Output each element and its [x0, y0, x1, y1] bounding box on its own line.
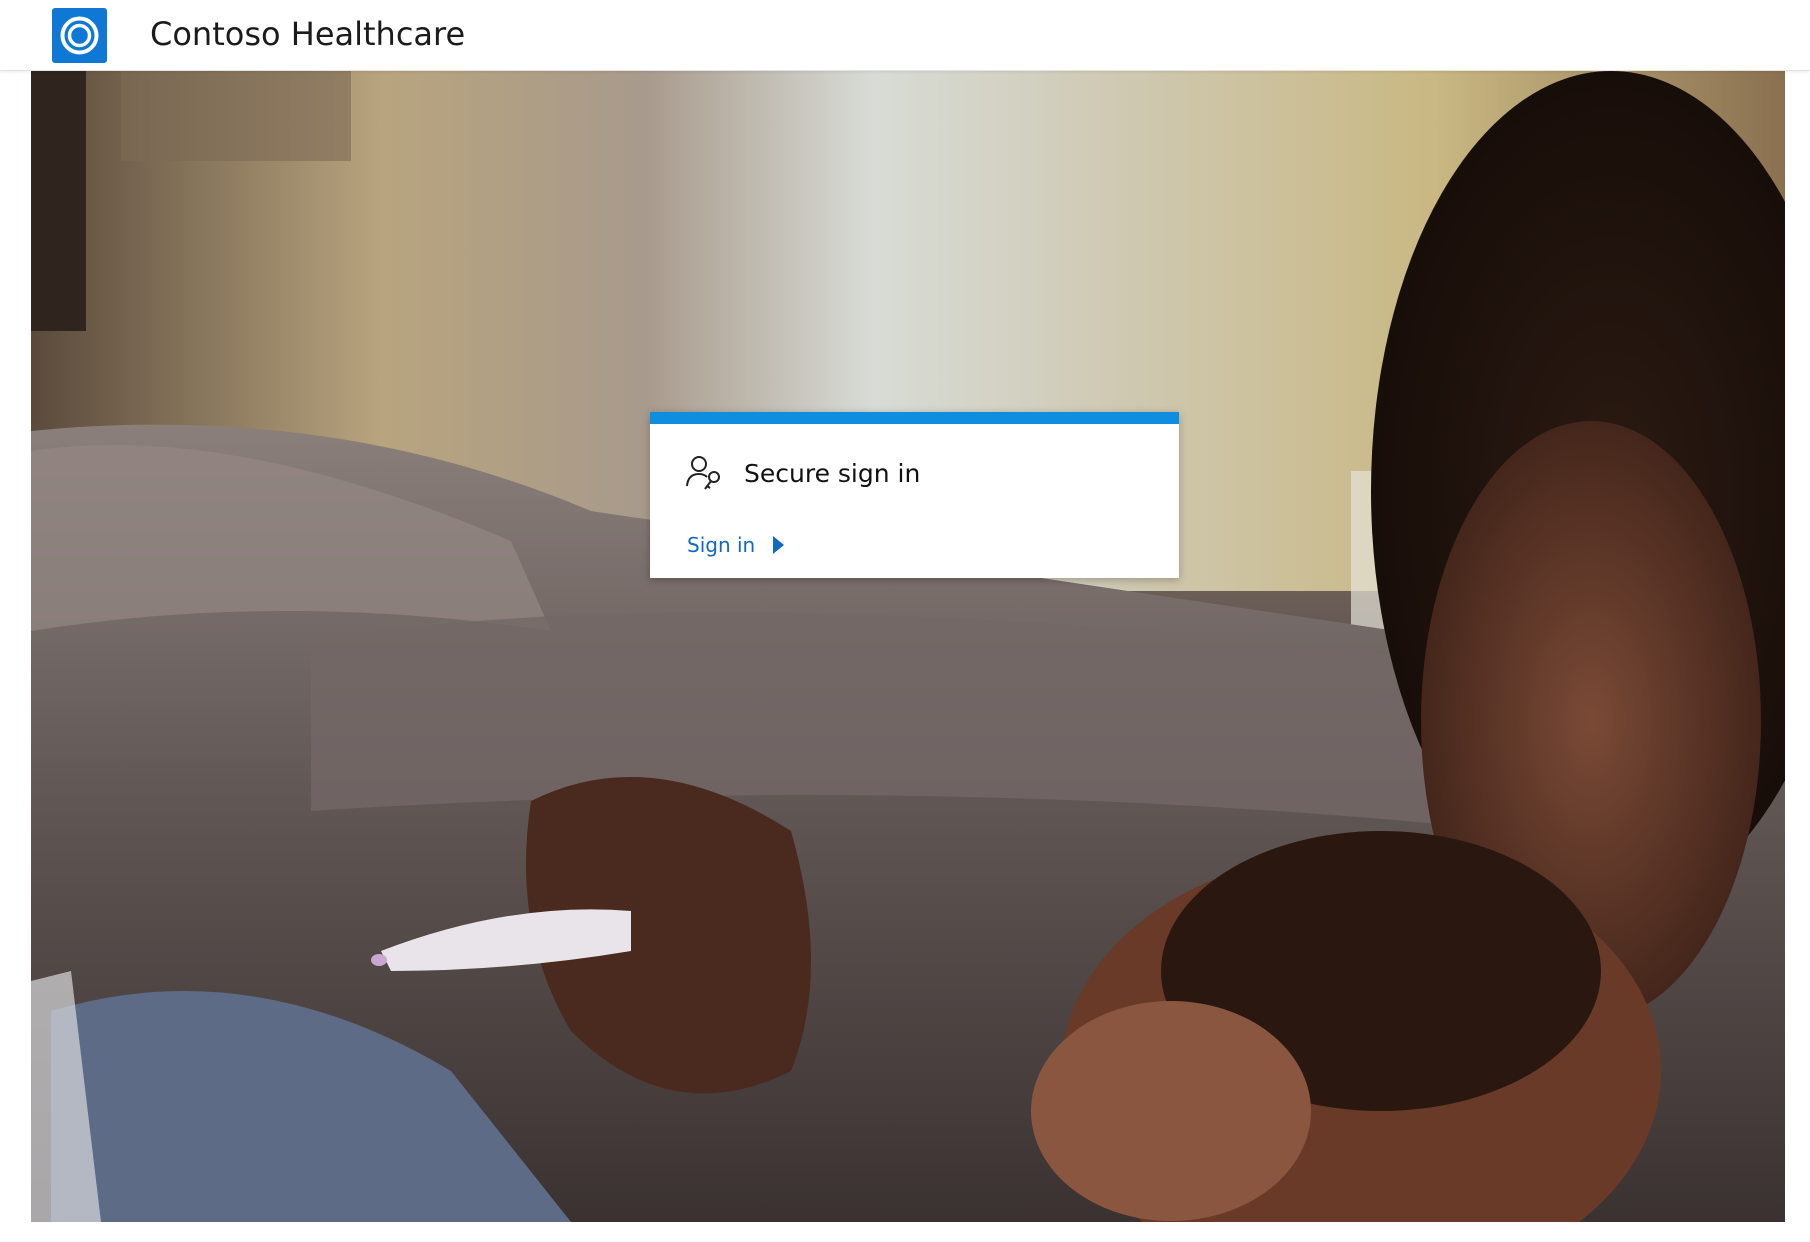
- sign-in-link[interactable]: Sign in: [687, 530, 785, 560]
- sign-in-label[interactable]: Sign in: [687, 533, 755, 557]
- site-header: Contoso Healthcare: [0, 0, 1810, 71]
- hero-photo-illustration: [31, 71, 1785, 1222]
- hero-photo: [31, 71, 1785, 1222]
- site-title: Contoso Healthcare: [150, 15, 466, 53]
- contoso-ring-logo-icon[interactable]: [52, 8, 107, 63]
- secure-signin-card: Secure sign in Sign in: [650, 412, 1179, 578]
- user-key-icon: [684, 452, 726, 494]
- card-title: Secure sign in: [744, 459, 921, 488]
- card-accent-bar: [650, 412, 1179, 424]
- caret-right-icon[interactable]: [773, 536, 785, 554]
